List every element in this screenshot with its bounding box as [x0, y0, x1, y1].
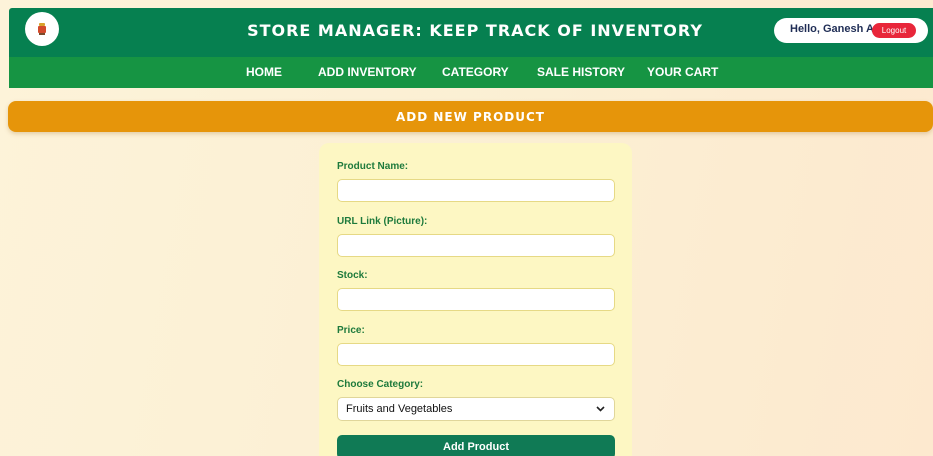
stock-label: Stock:: [337, 270, 368, 281]
product-name-label: Product Name:: [337, 161, 409, 172]
add-product-form: Product Name: URL Link (Picture): Stock:…: [319, 143, 632, 456]
url-input[interactable]: [337, 234, 615, 257]
url-label: URL Link (Picture):: [337, 216, 428, 227]
logout-button[interactable]: Logout: [872, 23, 916, 38]
nav-item-category[interactable]: CATEGORY: [442, 65, 509, 79]
stock-input[interactable]: [337, 288, 615, 311]
main-navigation: HOME ADD INVENTORY CATEGORY SALE HISTORY…: [9, 57, 933, 88]
product-name-input[interactable]: [337, 179, 615, 202]
nav-item-sale-history[interactable]: SALE HISTORY: [537, 65, 625, 79]
section-title: ADD NEW PRODUCT: [396, 109, 545, 124]
nav-item-home[interactable]: HOME: [246, 65, 282, 79]
price-label: Price:: [337, 325, 365, 336]
nav-item-your-cart[interactable]: YOUR CART: [647, 65, 718, 79]
category-select[interactable]: Fruits and Vegetables: [337, 397, 615, 421]
add-product-button[interactable]: Add Product: [337, 435, 615, 456]
top-header-bar: STORE MANAGER: KEEP TRACK OF INVENTORY H…: [9, 8, 933, 57]
category-label: Choose Category:: [337, 379, 424, 390]
nav-item-add-inventory[interactable]: ADD INVENTORY: [318, 65, 417, 79]
price-input[interactable]: [337, 343, 615, 366]
user-menu: Hello, Ganesh A Logout: [774, 18, 928, 43]
chevron-down-icon: [594, 403, 606, 415]
user-greeting: Hello, Ganesh A: [790, 23, 874, 35]
section-header: ADD NEW PRODUCT: [8, 101, 933, 132]
category-selected-value: Fruits and Vegetables: [346, 403, 453, 415]
